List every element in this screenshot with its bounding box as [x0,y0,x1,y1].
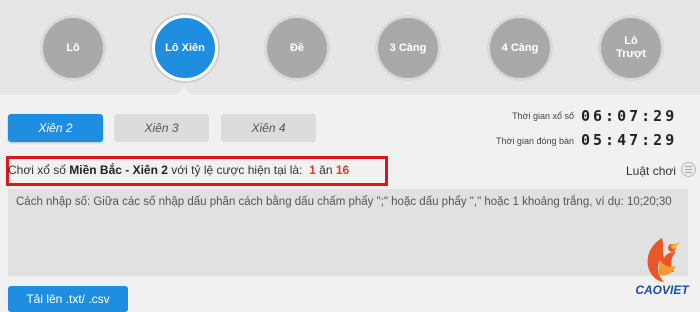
info-middle: với tỷ lệ cược hiện tại là: [171,163,303,177]
category-label: 4 Càng [501,41,539,54]
category-label: Lô Trượt [616,35,646,60]
category-4-cang[interactable]: 4 Càng [487,15,553,81]
tab-xien-3[interactable]: Xiên 3 [114,114,209,142]
odds-left: 1 [309,163,316,177]
number-input[interactable] [8,189,688,276]
category-3-cang[interactable]: 3 Càng [375,15,441,81]
caoviet-logo: CAOVIET [635,238,690,297]
upload-button[interactable]: Tải lên .txt/ .csv [8,286,128,312]
category-label: Đề [289,41,305,54]
game-name: Miền Bắc - Xiên 2 [69,163,168,177]
draw-time-label: Thời gian xổ số [512,111,574,121]
tab-xien-2[interactable]: Xiên 2 [8,114,103,142]
category-lo-truot[interactable]: Lô Trượt [598,15,664,81]
tab-label: Xiên 2 [38,121,73,135]
category-de[interactable]: Đề [264,15,330,81]
info-prefix: Chơi xổ số [8,163,66,177]
svg-text:CAOVIET: CAOVIET [635,283,690,297]
category-label: 3 Càng [389,41,427,54]
category-bar: Lô Lô Xiên Đề 3 Càng 4 Càng Lô Trượt [0,0,700,95]
odds-info: Chơi xổ số Miền Bắc - Xiên 2 với tỷ lệ c… [8,163,349,177]
tab-label: Xiên 3 [144,121,179,135]
draw-time-value: 06:07:29 [581,107,678,125]
odds-separator: ăn [319,163,333,177]
category-lo-xien[interactable]: Lô Xiên [152,15,218,81]
menu-icon[interactable] [681,162,696,177]
tab-xien-4[interactable]: Xiên 4 [221,114,316,142]
odds-right: 16 [335,163,350,177]
active-category-pointer [176,87,192,95]
category-lo[interactable]: Lô [40,15,106,81]
close-time-label: Thời gian đóng bàn [496,136,574,146]
tab-label: Xiên 4 [251,121,286,135]
rules-link[interactable]: Luật chơi [626,164,676,178]
close-time-value: 05:47:29 [581,131,678,149]
category-label: Lô Xiên [165,41,205,54]
category-label: Lô [66,41,80,54]
